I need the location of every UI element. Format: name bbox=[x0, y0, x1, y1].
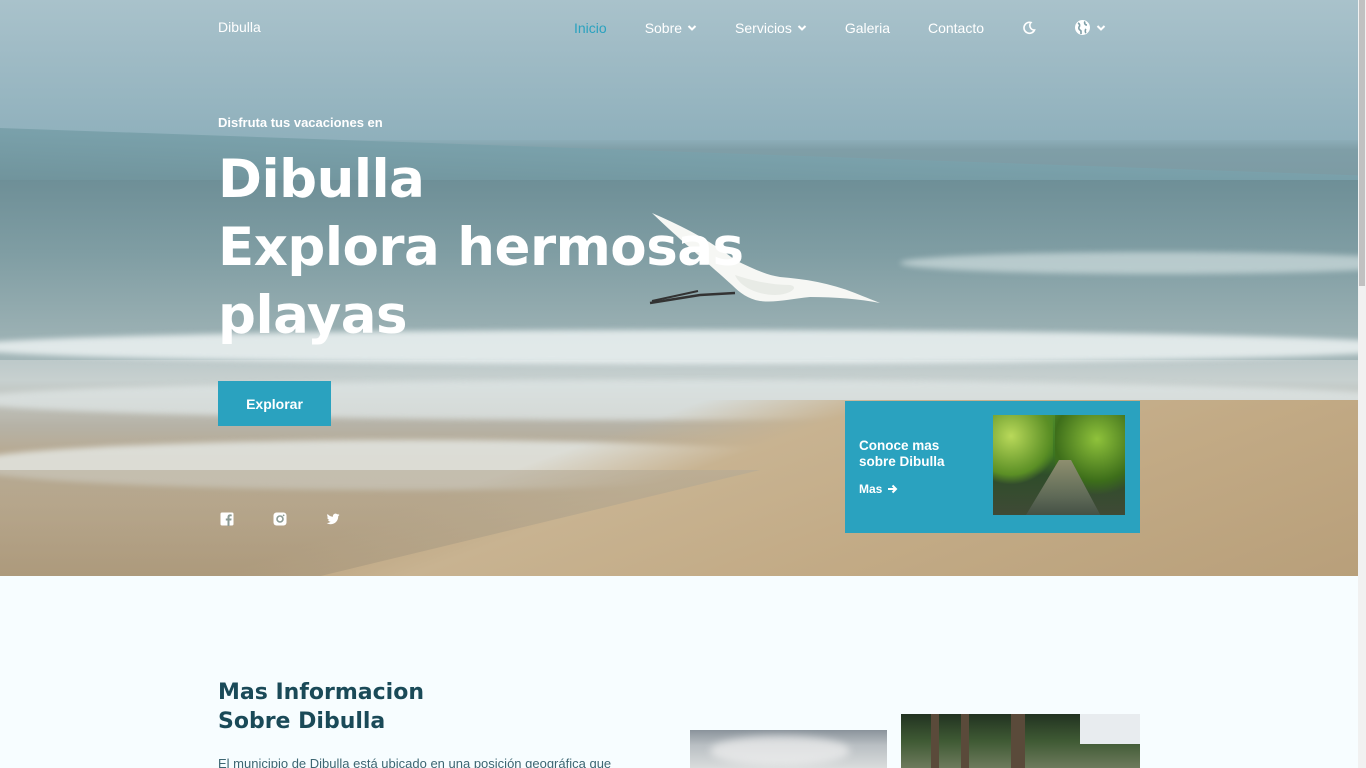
cloud bbox=[710, 736, 850, 766]
nav-item-sobre[interactable]: Sobre bbox=[645, 20, 697, 36]
theme-toggle-button[interactable] bbox=[1022, 20, 1036, 35]
river-thumbnail-image bbox=[993, 415, 1125, 515]
page-scrollbar[interactable] bbox=[1358, 0, 1366, 768]
social-links bbox=[220, 512, 379, 526]
facebook-icon[interactable] bbox=[220, 512, 234, 526]
info-section-body: El municipio de Dibulla está ubicado en … bbox=[218, 756, 612, 768]
nav-item-label: Galeria bbox=[844, 19, 890, 36]
chevron-down-icon bbox=[687, 24, 697, 31]
card-link-label: Mas bbox=[859, 482, 883, 496]
moon-icon bbox=[1023, 20, 1036, 34]
nav-item-label: Servicios bbox=[735, 19, 792, 36]
twitter-icon[interactable] bbox=[326, 512, 340, 526]
tree-trunk bbox=[961, 714, 969, 768]
tree-trunk bbox=[931, 714, 939, 768]
instagram-icon[interactable] bbox=[273, 512, 287, 526]
top-navbar: Dibulla Inicio Sobre Servicios Galeria C… bbox=[0, 0, 1358, 58]
sky-photo bbox=[690, 730, 887, 768]
nav-item-label: Inicio bbox=[574, 19, 607, 36]
hero-headline-line: Dibulla bbox=[218, 149, 425, 210]
nav-item-label: Contacto bbox=[927, 19, 985, 36]
card-title: Conoce mas sobre Dibulla bbox=[859, 438, 945, 469]
hero-headline: Dibulla Explora hermosas playas bbox=[218, 146, 744, 350]
language-selector[interactable] bbox=[1074, 19, 1106, 36]
trees-photo bbox=[901, 714, 1140, 768]
hero-headline-line: Explora hermosas bbox=[218, 217, 744, 278]
scrollbar-thumb[interactable] bbox=[1359, 0, 1365, 286]
info-section-title: Mas Informacion Sobre Dibulla bbox=[218, 678, 424, 736]
info-card: Conoce mas sobre Dibulla Mas bbox=[845, 401, 1140, 533]
nav-item-label: Sobre bbox=[644, 19, 683, 36]
info-title-line: Mas Informacion bbox=[218, 680, 425, 705]
photo-sky bbox=[1080, 714, 1140, 744]
nav-item-galeria[interactable]: Galeria bbox=[845, 20, 890, 36]
hero-subtitle: Disfruta tus vacaciones en bbox=[218, 115, 383, 130]
foliage bbox=[993, 415, 1053, 485]
nav-menu: Inicio Sobre Servicios Galeria Contacto bbox=[574, 19, 1106, 36]
globe-icon bbox=[1075, 20, 1091, 35]
explore-button[interactable]: Explorar bbox=[218, 381, 331, 426]
chevron-down-icon bbox=[1096, 24, 1106, 31]
tree-trunk bbox=[1011, 714, 1025, 768]
brand-logo[interactable]: Dibulla bbox=[218, 19, 261, 35]
hero-headline-line: playas bbox=[218, 285, 408, 346]
nav-item-servicios[interactable]: Servicios bbox=[735, 20, 807, 36]
chevron-down-icon bbox=[797, 24, 807, 31]
arrow-right-icon bbox=[888, 484, 898, 494]
nav-item-contacto[interactable]: Contacto bbox=[928, 20, 984, 36]
nav-item-inicio[interactable]: Inicio bbox=[574, 20, 607, 36]
info-title-line: Sobre Dibulla bbox=[218, 709, 386, 734]
card-more-link[interactable]: Mas bbox=[859, 482, 898, 496]
